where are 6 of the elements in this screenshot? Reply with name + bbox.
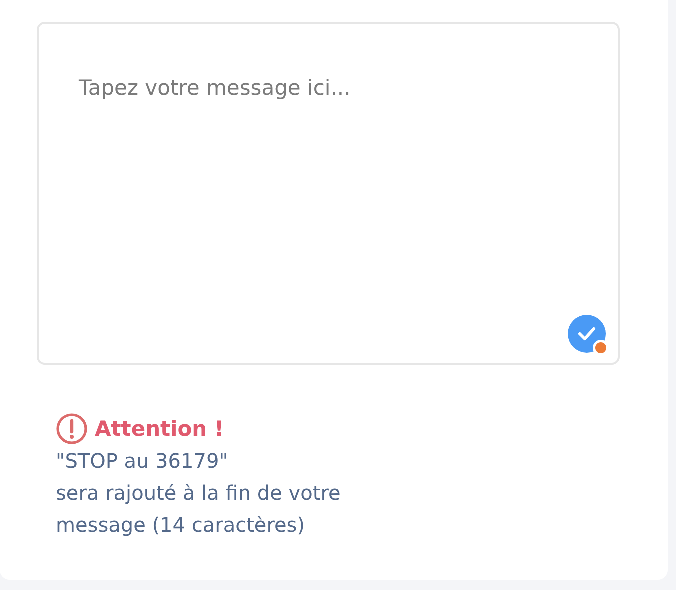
warning-text: sera rajouté à la fin de votre (56, 480, 342, 507)
alert-icon (56, 413, 88, 445)
warning-text: message (14 caractères) (56, 512, 306, 539)
warning-title: Attention ! (95, 417, 224, 441)
message-field[interactable]: Tapez votre message ici... (37, 22, 620, 365)
warning-text: "STOP au 36179" (56, 448, 230, 475)
